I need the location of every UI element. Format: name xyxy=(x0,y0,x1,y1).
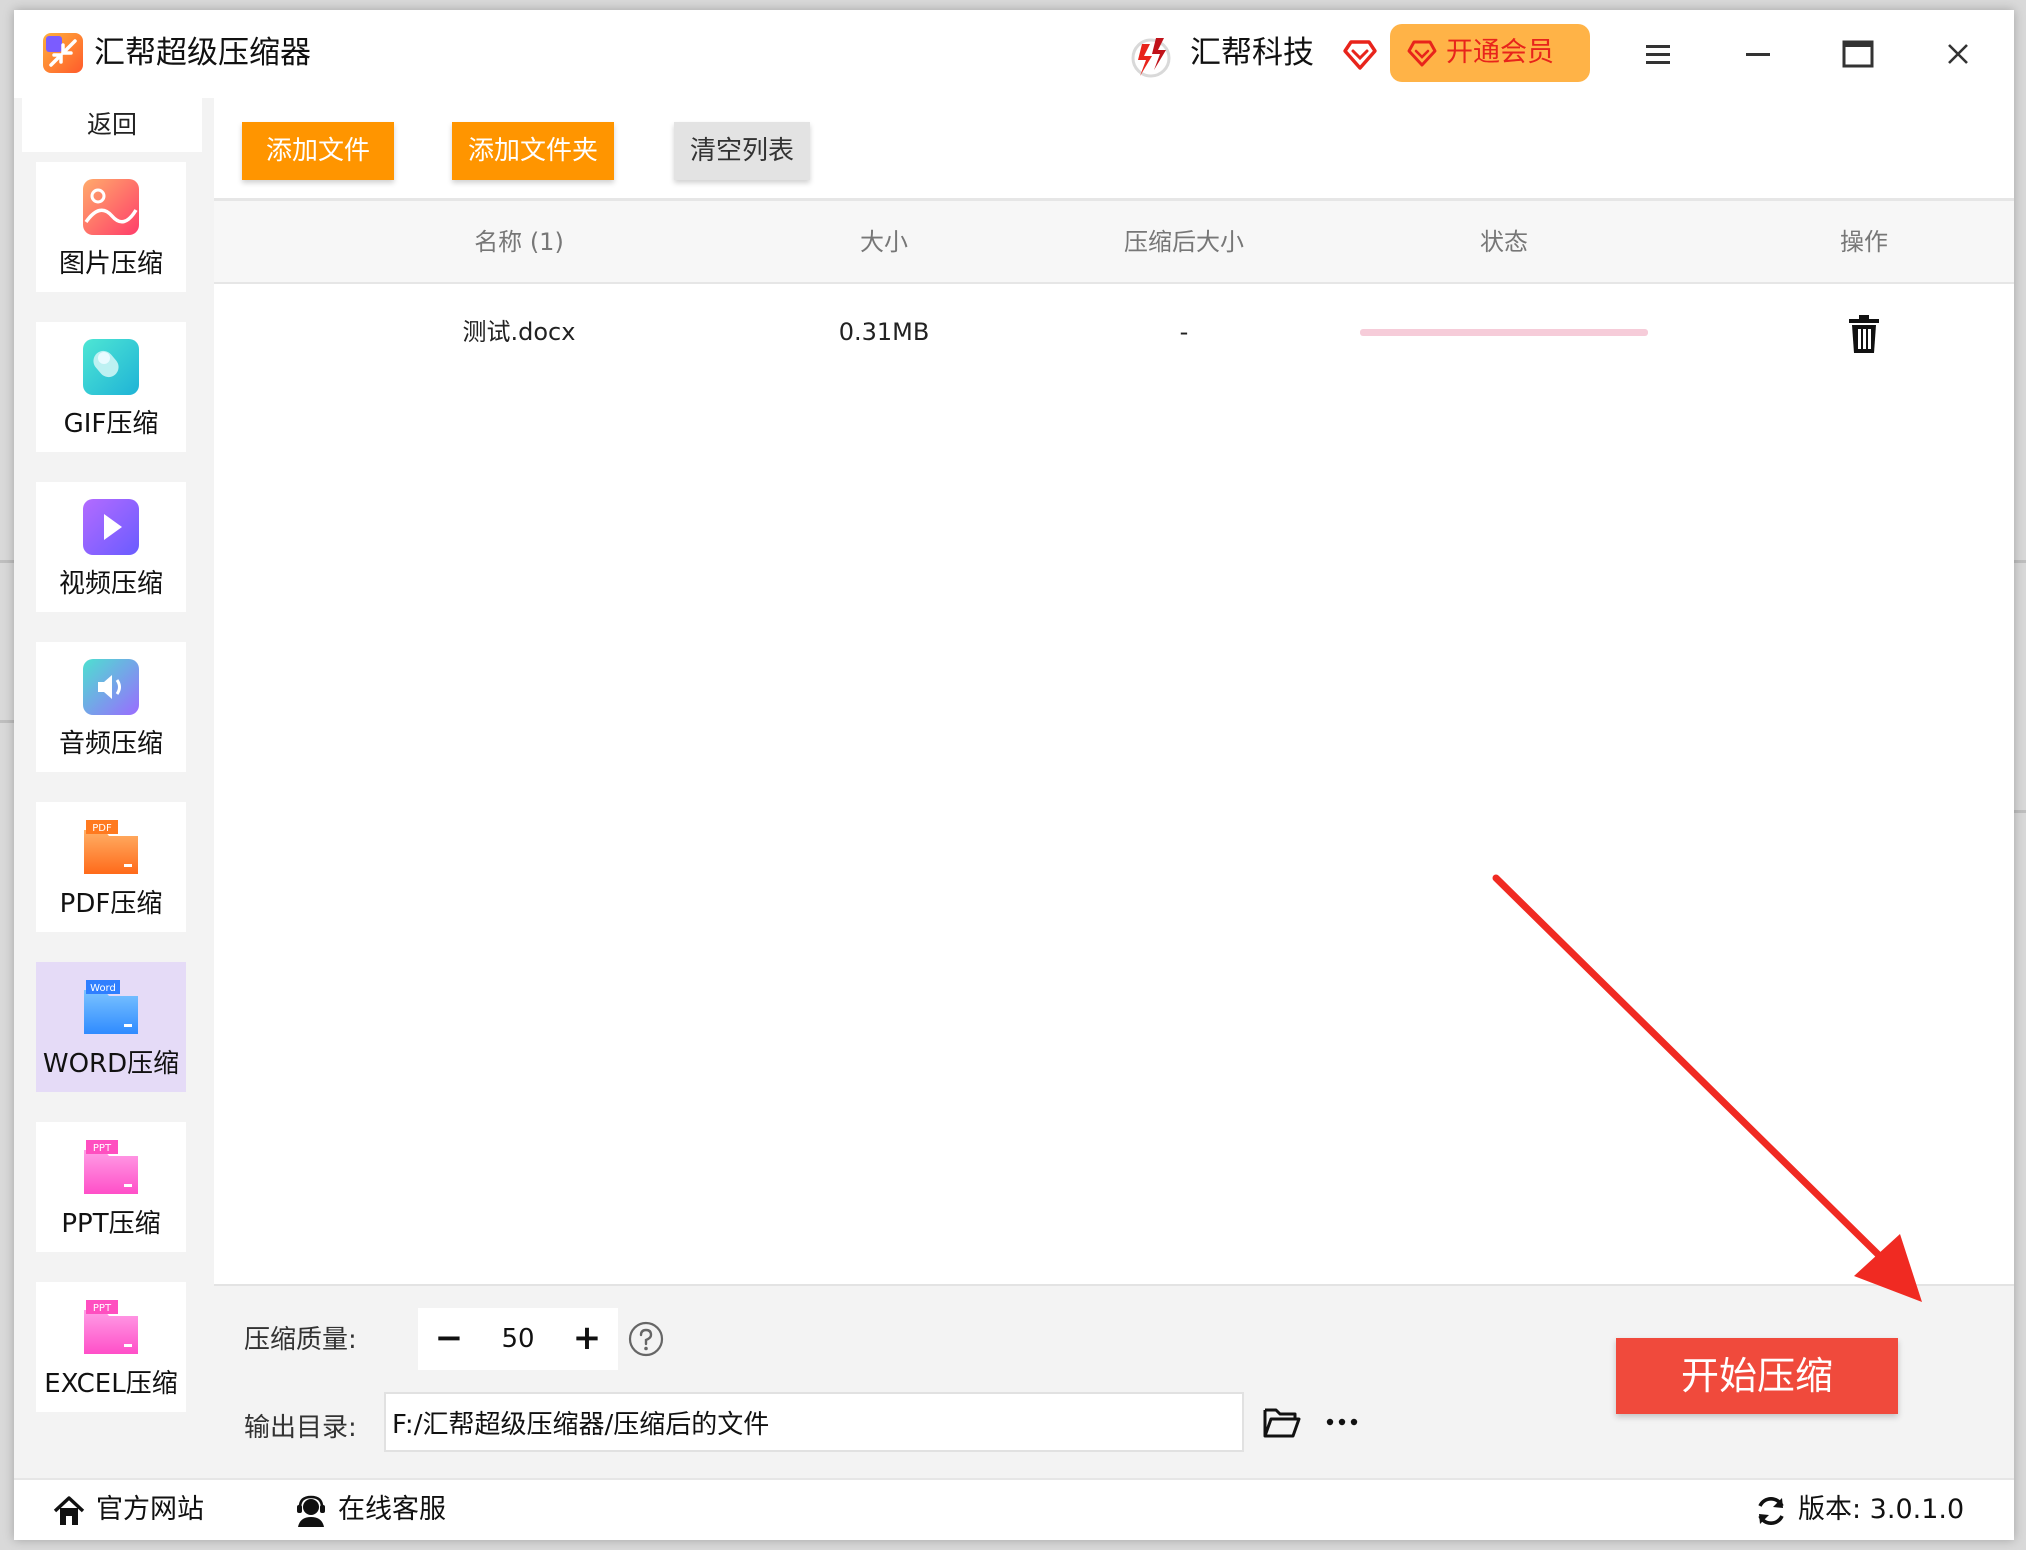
headset-support-icon xyxy=(297,1495,325,1527)
video-icon xyxy=(83,499,139,555)
home-icon xyxy=(53,1496,85,1525)
image-icon xyxy=(83,179,139,235)
app-title: 汇帮超级压缩器 xyxy=(94,35,311,71)
minimize-button[interactable] xyxy=(1738,34,1778,74)
file-size-cell: 0.31MB xyxy=(838,318,930,346)
official-website-label: 官方网站 xyxy=(96,1494,204,1525)
back-button[interactable]: 返回 xyxy=(22,98,202,152)
sidebar-item-word[interactable]: Word WORD压缩 xyxy=(36,962,186,1092)
word-badge-text: Word xyxy=(90,983,116,994)
online-support-link[interactable]: 在线客服 xyxy=(294,1490,446,1530)
pdf-file-icon: PDF xyxy=(84,820,138,874)
minimize-icon xyxy=(1746,53,1770,56)
compressed-size-cell: - xyxy=(1179,318,1189,346)
sidebar-item-gif[interactable]: GIF压缩 xyxy=(36,322,186,452)
app-logo-icon xyxy=(43,33,83,73)
output-dir-label: 输出目录: xyxy=(244,1413,357,1443)
diamond-heart-icon xyxy=(1343,40,1377,70)
gif-icon xyxy=(83,339,139,395)
sidebar-item-image[interactable]: 图片压缩 xyxy=(36,162,186,292)
ppt-badge-text: PPT xyxy=(93,1143,112,1154)
menu-button[interactable] xyxy=(1638,34,1678,74)
sidebar-item-audio[interactable]: 音频压缩 xyxy=(36,642,186,772)
quality-value[interactable]: 50 xyxy=(480,1308,556,1370)
footer: 官方网站 在线客服 版本: 3.0.1.0 xyxy=(14,1478,2014,1540)
column-header-status[interactable]: 状态 xyxy=(1414,201,1594,283)
hamburger-menu-icon xyxy=(1646,45,1670,64)
column-header-size[interactable]: 大小 xyxy=(794,201,974,283)
status-progress-bar xyxy=(1360,329,1648,336)
column-header-compressed-size[interactable]: 压缩后大小 xyxy=(1084,201,1284,283)
word-file-icon: Word xyxy=(84,980,138,1034)
add-folder-button[interactable]: 添加文件夹 xyxy=(452,122,614,180)
sidebar-item-label: 视频压缩 xyxy=(58,569,163,599)
output-dir-input[interactable] xyxy=(384,1392,1244,1452)
sidebar-item-label: 音频压缩 xyxy=(58,729,163,759)
column-header-action[interactable]: 操作 xyxy=(1774,201,1954,283)
folder-open-icon[interactable] xyxy=(1262,1404,1302,1440)
sidebar-item-video[interactable]: 视频压缩 xyxy=(36,482,186,612)
quality-label: 压缩质量: xyxy=(244,1325,357,1355)
sidebar-item-label: PPT压缩 xyxy=(61,1209,161,1239)
sidebar-item-label: PDF压缩 xyxy=(59,889,163,919)
maximize-button[interactable] xyxy=(1838,34,1878,74)
vip-diamond-icon xyxy=(1407,40,1437,67)
excel-badge-text: PPT xyxy=(93,1303,112,1314)
quality-increase-button[interactable]: + xyxy=(556,1308,618,1370)
quality-stepper: − 50 + xyxy=(418,1308,618,1370)
vip-button[interactable]: 开通会员 xyxy=(1390,24,1590,82)
quality-decrease-button[interactable]: − xyxy=(418,1308,480,1370)
official-website-link[interactable]: 官方网站 xyxy=(52,1490,204,1530)
app-window: 汇帮超级压缩器 汇帮科技 开通会员 返回 图片压缩 GIF压缩 视频压缩 音频压… xyxy=(14,10,2014,1540)
excel-file-icon: PPT xyxy=(84,1300,138,1354)
sidebar-item-label: EXCEL压缩 xyxy=(44,1369,178,1399)
version-info[interactable]: 版本: 3.0.1.0 xyxy=(1754,1490,1964,1530)
sidebar-item-ppt[interactable]: PPT PPT压缩 xyxy=(36,1122,186,1252)
pdf-badge-text: PDF xyxy=(92,823,112,834)
add-file-button[interactable]: 添加文件 xyxy=(242,122,394,180)
help-icon[interactable] xyxy=(628,1321,664,1357)
sidebar-item-label: WORD压缩 xyxy=(42,1049,180,1079)
more-options-icon[interactable] xyxy=(1322,1404,1362,1440)
column-header-name[interactable]: 名称 (1) xyxy=(374,201,664,283)
brand-logo-icon xyxy=(1131,38,1171,78)
title-bar: 汇帮超级压缩器 汇帮科技 开通会员 xyxy=(14,10,2014,98)
close-icon xyxy=(1948,44,1968,64)
main-panel: 添加文件 添加文件夹 清空列表 名称 (1) 大小 压缩后大小 状态 操作 测试… xyxy=(214,98,2014,1478)
brand-name: 汇帮科技 xyxy=(1190,35,1314,71)
file-name-cell: 测试.docx xyxy=(462,318,576,346)
version-label: 版本: 3.0.1.0 xyxy=(1798,1494,1965,1525)
file-table-header: 名称 (1) 大小 压缩后大小 状态 操作 xyxy=(214,198,2014,284)
file-table-body: 测试.docx 0.31MB - xyxy=(214,284,2014,1284)
audio-icon xyxy=(83,659,139,715)
sidebar-item-label: 图片压缩 xyxy=(58,249,163,279)
toolbar: 添加文件 添加文件夹 清空列表 xyxy=(214,98,2014,198)
clear-list-button[interactable]: 清空列表 xyxy=(674,122,810,180)
maximize-icon xyxy=(1842,40,1874,68)
close-button[interactable] xyxy=(1938,34,1978,74)
sidebar-item-label: GIF压缩 xyxy=(63,409,159,439)
trash-icon[interactable] xyxy=(1846,314,1882,354)
ppt-file-icon: PPT xyxy=(84,1140,138,1194)
sidebar-item-pdf[interactable]: PDF PDF压缩 xyxy=(36,802,186,932)
refresh-icon xyxy=(1758,1497,1784,1525)
settings-panel: 压缩质量: − 50 + 输出目录: 开始压缩 xyxy=(214,1284,2014,1478)
sidebar: 返回 图片压缩 GIF压缩 视频压缩 音频压缩 PDF PDF压缩 Word W… xyxy=(14,98,214,1478)
sidebar-item-excel[interactable]: PPT EXCEL压缩 xyxy=(36,1282,186,1412)
online-support-label: 在线客服 xyxy=(338,1494,446,1525)
start-compress-button[interactable]: 开始压缩 xyxy=(1616,1338,1898,1414)
vip-button-label: 开通会员 xyxy=(1446,37,1554,68)
